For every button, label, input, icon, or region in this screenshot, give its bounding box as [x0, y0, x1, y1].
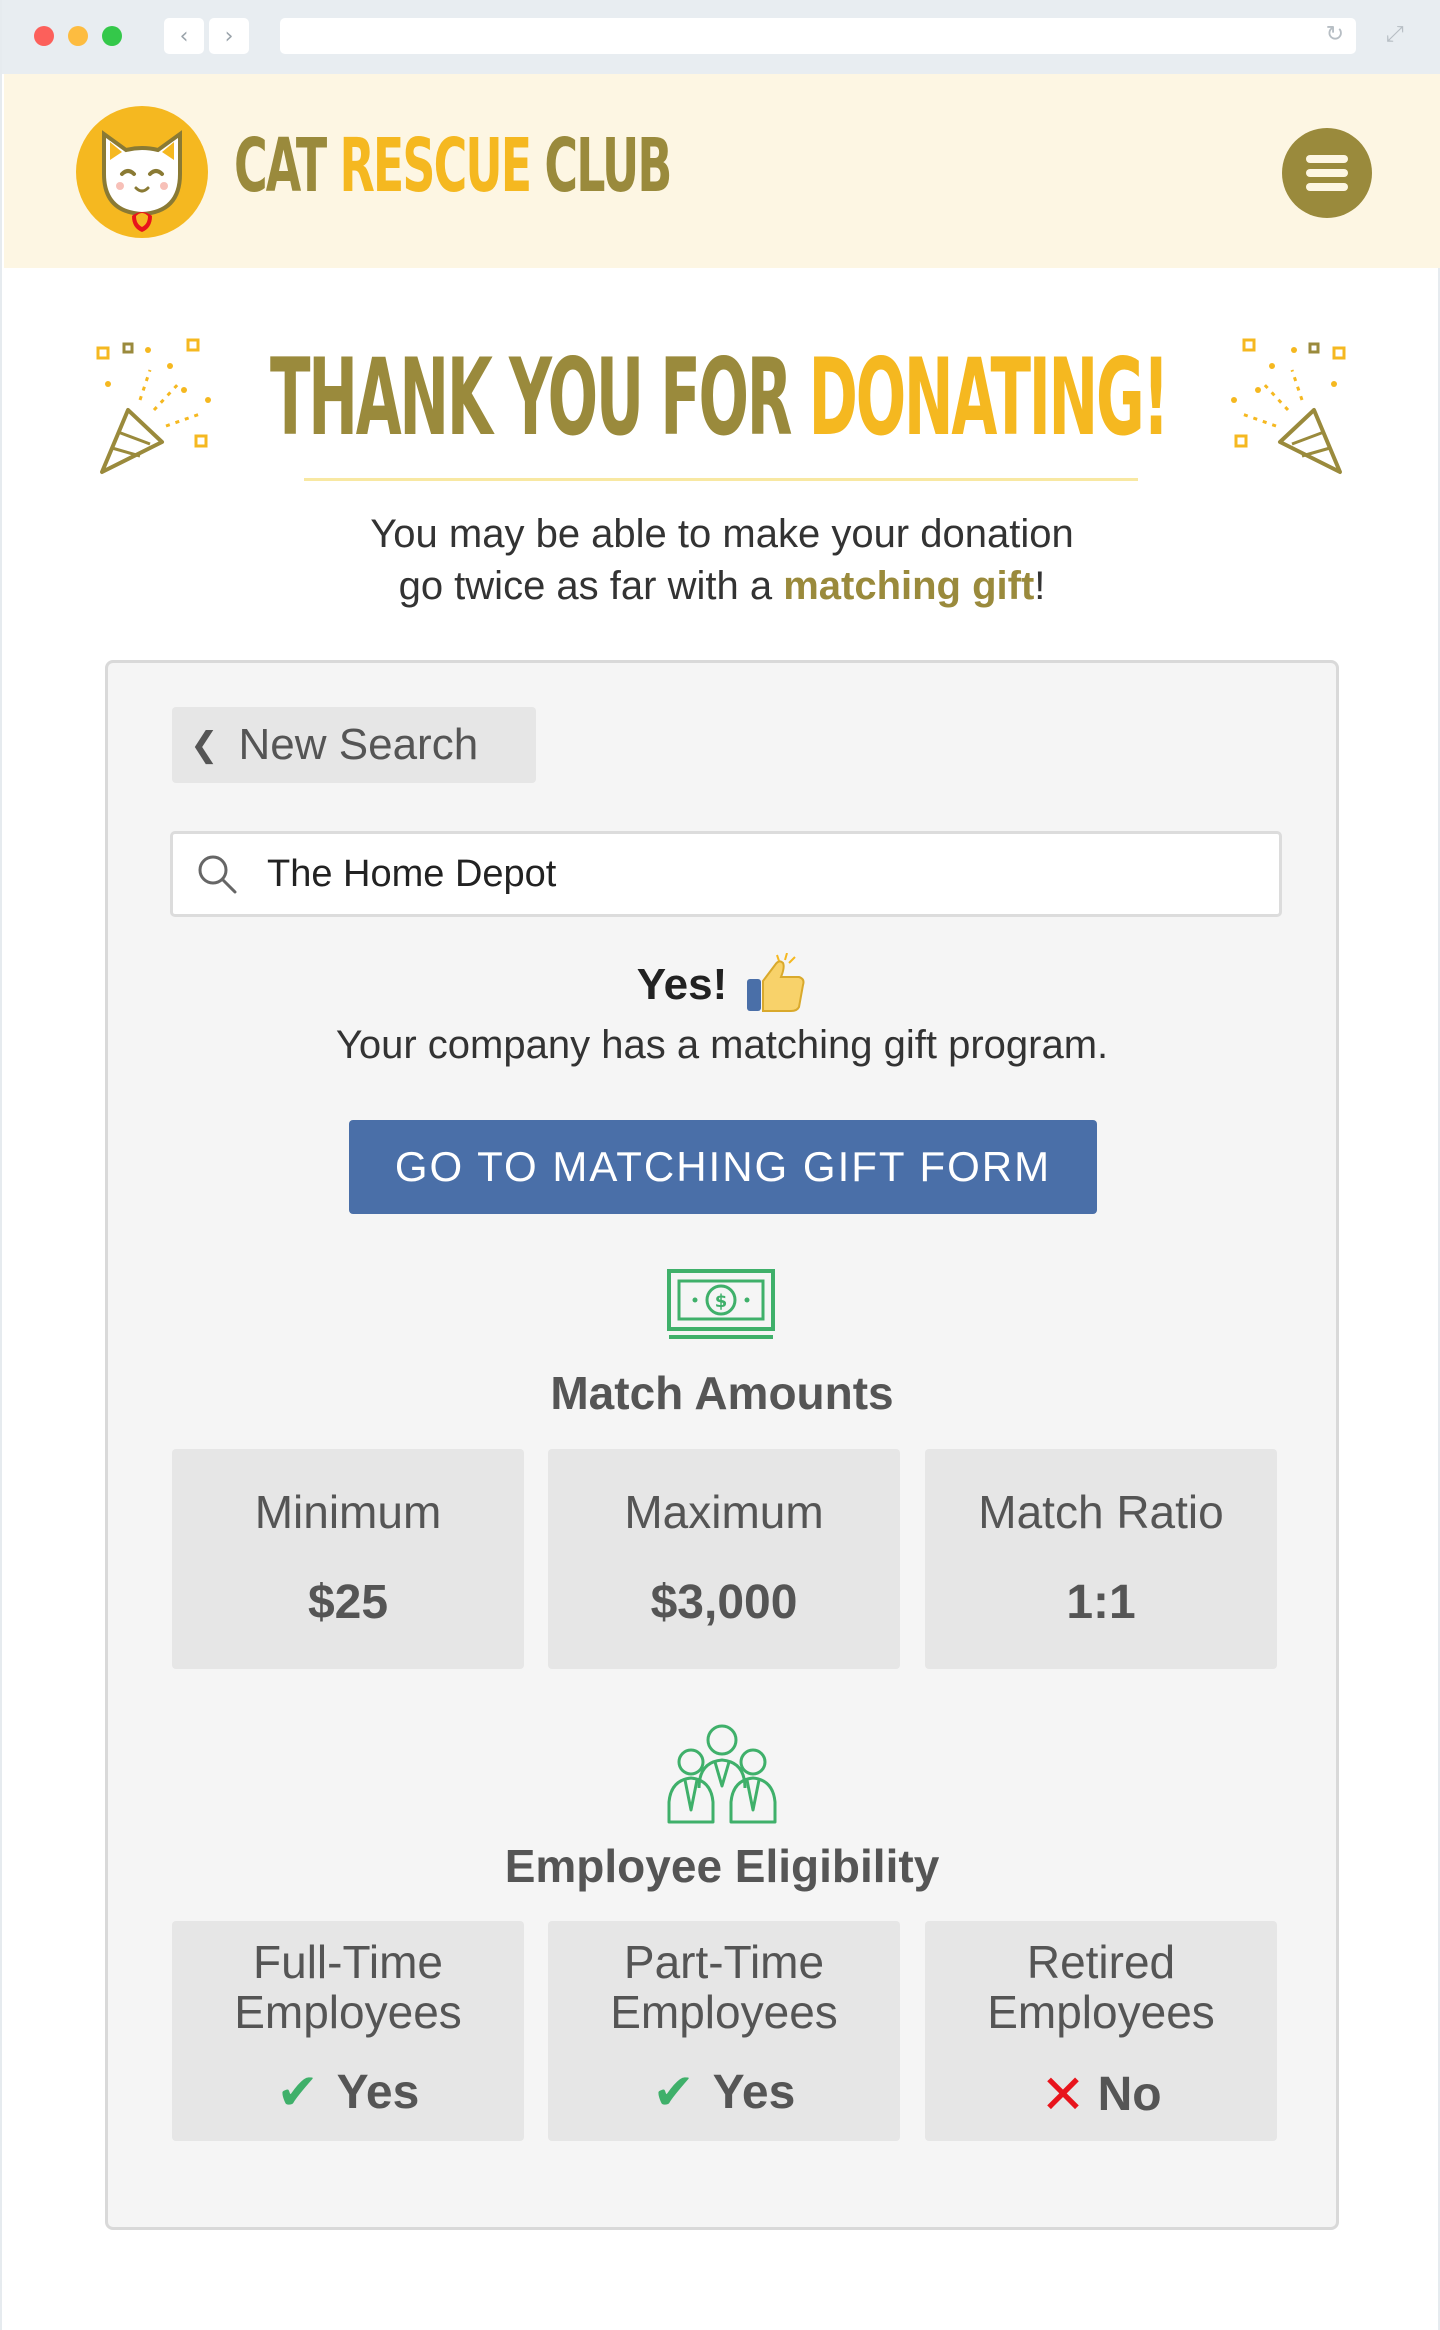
- matching-gift-form-button[interactable]: GO TO MATCHING GIFT FORM: [349, 1120, 1097, 1214]
- tile-value: ✔ Yes: [172, 2063, 524, 2121]
- tile-label-line: Employees: [987, 1986, 1215, 2038]
- title-donating: DONATING!: [808, 336, 1170, 459]
- tile-label: Maximum: [624, 1486, 824, 1538]
- browser-window: ‹ › ↻ ⤢ CAT RESCUE CLUB THANK YOU FOR DO…: [0, 0, 1440, 2330]
- eligibility-status: Yes: [712, 2065, 796, 2119]
- subtitle-suffix: !: [1034, 564, 1046, 608]
- brand-name[interactable]: CAT RESCUE CLUB: [234, 122, 672, 211]
- eligibility-status: Yes: [336, 2065, 420, 2119]
- menu-bar: [1306, 155, 1348, 163]
- minimum-amount-tile: Minimum $25: [172, 1449, 524, 1669]
- tile-label-line: Employees: [610, 1986, 838, 2038]
- company-search-field[interactable]: [170, 831, 1282, 917]
- cat-logo-icon[interactable]: [74, 104, 210, 240]
- retired-eligibility-tile: Retired Employees ✕ No: [925, 1921, 1277, 2141]
- search-icon: [198, 855, 237, 894]
- eligibility-status: No: [1097, 2068, 1162, 2121]
- full-time-eligibility-tile: Full-Time Employees ✔ Yes: [172, 1921, 524, 2141]
- party-popper-icon: [1231, 338, 1346, 474]
- chevron-left-icon: ‹: [179, 23, 189, 49]
- tile-label: Match Ratio: [978, 1486, 1224, 1538]
- result-message: Your company has a matching gift program…: [335, 1023, 1109, 1067]
- browser-forward-button[interactable]: ›: [209, 18, 249, 54]
- tile-value: ✕ No: [925, 2063, 1277, 2126]
- close-window-button[interactable]: [34, 26, 54, 46]
- minimize-window-button[interactable]: [68, 26, 88, 46]
- brand-word-club: CLUB: [544, 123, 672, 209]
- thumbs-up-icon: [747, 953, 805, 1012]
- party-popper-icon: [96, 338, 211, 474]
- tile-label-line: Part-Time: [623, 1936, 825, 1988]
- tile-value: $25: [307, 1576, 389, 1629]
- hero-subtitle: You may be able to make your donation go…: [222, 508, 1222, 612]
- chevron-left-icon: ❮: [190, 725, 219, 765]
- page-title: THANK YOU FOR DONATING!: [270, 339, 1170, 457]
- result-yes-label: Yes!: [636, 960, 728, 1009]
- brand-word-cat: CAT: [234, 123, 340, 209]
- part-time-eligibility-tile: Part-Time Employees ✔ Yes: [548, 1921, 900, 2141]
- cross-icon: ✕: [1040, 2063, 1086, 2126]
- tile-label: Retired Employees: [925, 1937, 1277, 2037]
- tile-label: Full-Time Employees: [172, 1937, 524, 2037]
- chevron-right-icon: ›: [224, 23, 234, 49]
- browser-back-button[interactable]: ‹: [164, 18, 204, 54]
- tile-label-line: Retired: [1026, 1936, 1176, 1988]
- subtitle-line-2: go twice as far with a: [398, 564, 784, 608]
- site-header: CAT RESCUE CLUB: [4, 74, 1440, 268]
- checkmark-icon: ✔: [276, 2063, 319, 2121]
- maximum-amount-tile: Maximum $3,000: [548, 1449, 900, 1669]
- employees-group-icon: [667, 1724, 777, 1824]
- title-divider: [304, 478, 1138, 481]
- tile-label-line: Full-Time: [253, 1936, 443, 1988]
- tile-value: ✔ Yes: [548, 2063, 900, 2121]
- title-thank-you: THANK YOU FOR: [270, 336, 809, 459]
- maximize-window-button[interactable]: [102, 26, 122, 46]
- match-ratio-tile: Match Ratio 1:1: [925, 1449, 1277, 1669]
- brand-word-rescue: RESCUE: [339, 123, 545, 209]
- browser-toolbar: ‹ › ↻ ⤢: [2, 0, 1440, 74]
- matching-gift-highlight: matching gift: [783, 564, 1035, 608]
- svg-text:$: $: [715, 1291, 728, 1312]
- tile-value: $3,000: [650, 1576, 798, 1629]
- tile-label: Minimum: [254, 1486, 442, 1538]
- fullscreen-icon[interactable]: ⤢: [1386, 22, 1404, 47]
- match-amounts-heading: Match Amounts: [550, 1367, 894, 1419]
- tile-value: 1:1: [1066, 1576, 1136, 1629]
- new-search-button[interactable]: ❮ New Search: [172, 707, 536, 783]
- matching-gift-widget: ❮ New Search Yes! Your company has a mat…: [105, 660, 1339, 2230]
- menu-bar: [1306, 169, 1348, 177]
- address-bar[interactable]: ↻: [280, 18, 1356, 54]
- tile-label-line: Employees: [234, 1986, 462, 2038]
- company-search-input[interactable]: [267, 834, 1247, 914]
- new-search-label: New Search: [238, 720, 479, 769]
- hamburger-menu-button[interactable]: [1282, 128, 1372, 218]
- reload-icon[interactable]: ↻: [1326, 22, 1344, 47]
- menu-bar: [1306, 183, 1348, 191]
- money-bill-icon: $: [667, 1269, 775, 1339]
- tile-label: Part-Time Employees: [548, 1937, 900, 2037]
- subtitle-line-1: You may be able to make your donation: [370, 512, 1074, 556]
- checkmark-icon: ✔: [652, 2063, 695, 2121]
- employee-eligibility-heading: Employee Eligibility: [504, 1840, 940, 1892]
- result-headline: Yes!: [108, 953, 1336, 1017]
